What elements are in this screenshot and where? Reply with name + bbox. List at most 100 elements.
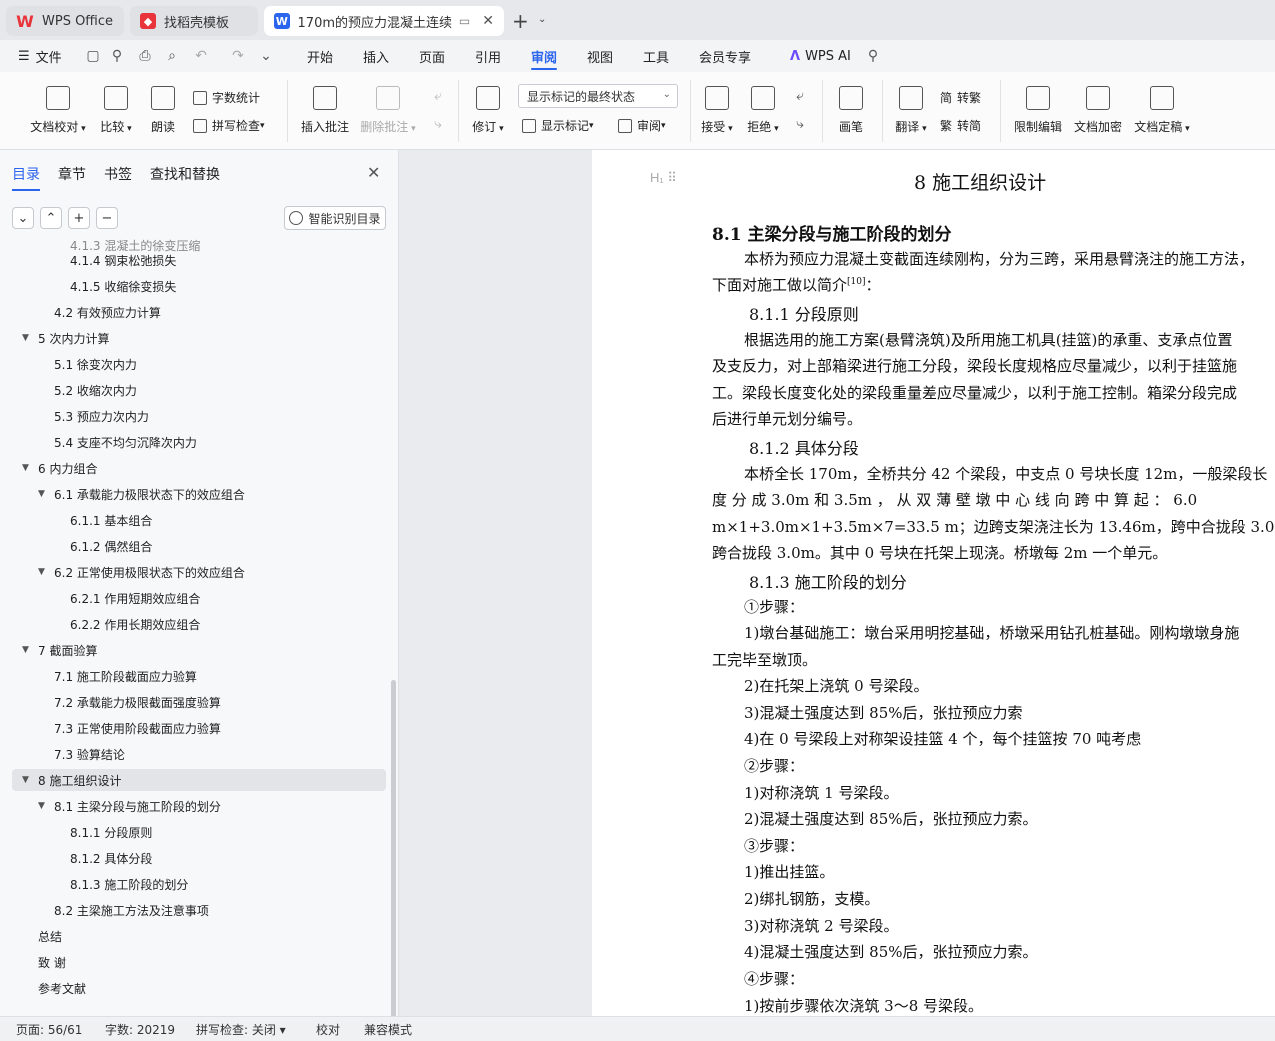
word-count-button[interactable]: 字数统计 (193, 89, 260, 106)
next-change-icon[interactable]: ⤷ (792, 116, 808, 132)
show-markup-button[interactable]: 显示标记 ▾ (522, 117, 594, 134)
toc-item[interactable]: 8.1.2 具体分段 (54, 847, 152, 869)
caret-down-icon[interactable]: ▼ (22, 333, 38, 343)
toc-item[interactable]: ▼ 8 施工组织设计 (12, 769, 386, 791)
proof-status[interactable]: 校对 (316, 1021, 340, 1038)
close-tab-icon[interactable]: ✕ (482, 13, 494, 29)
restrict-editing-button[interactable]: 限制编辑 (1012, 72, 1064, 135)
chevron-down-icon[interactable]: ⌄ (538, 14, 546, 25)
toc-item[interactable]: 8.1.3 施工阶段的划分 (54, 873, 188, 895)
toc-item[interactable]: ▼ 7 截面验算 (22, 639, 97, 661)
toc-item[interactable]: 5.4 支座不均匀沉降次内力 (38, 431, 197, 453)
toc-item[interactable]: ▼ 8.1 主梁分段与施工阶段的划分 (38, 795, 221, 817)
page-indicator[interactable]: 页面: 56/61 (16, 1021, 82, 1038)
toc-item[interactable]: 7.3 正常使用阶段截面应力验算 (38, 717, 221, 739)
menu-tools[interactable]: 工具 (643, 40, 669, 72)
toc-item[interactable]: ▼ 6 内力组合 (22, 457, 97, 479)
monitor-icon[interactable]: ▭ (459, 14, 470, 28)
pen-button[interactable]: 画笔 (834, 72, 868, 135)
finalize-button[interactable]: 文档定稿 (1132, 72, 1192, 135)
nav-tab-find-replace[interactable]: 查找和替换 (150, 164, 220, 184)
toc-item[interactable]: 7.3 验算结论 (38, 743, 125, 765)
toc-item[interactable]: 4.1.5 收缩徐变损失 (54, 275, 176, 297)
menu-page[interactable]: 页面 (419, 40, 445, 72)
citation[interactable]: [10] (847, 277, 865, 287)
remove-heading-button[interactable]: − (96, 207, 118, 229)
translate-button[interactable]: 翻译 (892, 72, 930, 135)
document-page[interactable]: H₁ ⠿ 8 施工组织设计 8.1 主梁分段与施工阶段的划分 本桥为预应力混凝土变截… (592, 150, 1275, 1016)
menu-start[interactable]: 开始 (307, 40, 333, 72)
spell-check-status[interactable]: 拼写检查: 关闭 ▾ (196, 1021, 286, 1038)
caret-down-icon[interactable]: ▼ (22, 463, 38, 473)
toc-item[interactable]: 致 谢 (22, 951, 66, 973)
prev-comment-icon[interactable]: ⤶ (430, 88, 446, 104)
markup-state-select[interactable]: 显示标记的最终状态 ⌄ (518, 84, 678, 108)
next-comment-icon[interactable]: ⤷ (430, 116, 446, 132)
search-icon[interactable]: ⚲ (865, 48, 881, 64)
caret-down-icon[interactable]: ▼ (22, 775, 38, 785)
toc-item[interactable]: 参考文献 (22, 977, 86, 999)
undo-icon[interactable]: ↶ (193, 48, 209, 64)
menu-review[interactable]: 审阅 (531, 40, 558, 72)
reject-button[interactable]: 拒绝 (744, 72, 782, 135)
to-simplified-button[interactable]: 繁 转简 (940, 117, 981, 134)
toc-item[interactable]: 7.1 施工阶段截面应力验算 (38, 665, 197, 687)
collapse-up-button[interactable]: ⌃ (40, 207, 62, 229)
toc-item[interactable]: ▼ 6.2 正常使用极限状态下的效应组合 (38, 561, 245, 583)
toc-item[interactable]: 8.1.1 分段原则 (54, 821, 152, 843)
link-icon[interactable]: ⚲ (109, 48, 125, 64)
chevron-down-icon[interactable]: ⌄ (258, 48, 274, 64)
toc-item[interactable]: 总结 (22, 925, 62, 947)
tab-wps-office[interactable]: W WPS Office (6, 6, 124, 36)
nav-tab-toc[interactable]: 目录 (12, 164, 40, 191)
expand-down-button[interactable]: ⌄ (12, 207, 34, 229)
caret-down-icon[interactable]: ▼ (38, 489, 54, 499)
add-heading-button[interactable]: + (68, 207, 90, 229)
toc-item[interactable]: 5.2 收缩次内力 (38, 379, 137, 401)
wps-ai-button[interactable]: Λ WPS AI (790, 40, 851, 72)
pane-scrollbar[interactable] (391, 680, 396, 1016)
accept-button[interactable]: 接受 (698, 72, 736, 135)
review-pane-button[interactable]: 审阅 ▾ (618, 117, 666, 134)
redo-icon[interactable]: ↷ (230, 48, 246, 64)
print-icon[interactable]: ⎙ (137, 48, 153, 64)
compare-button[interactable]: 比较 (96, 72, 136, 135)
spell-check-button[interactable]: 拼写检查 ▾ (193, 117, 265, 134)
track-changes-button[interactable]: 修订 (470, 72, 506, 135)
new-tab-icon[interactable]: + (512, 9, 529, 33)
tab-daoke-template[interactable]: ◆ 找稻壳模板 (130, 6, 258, 36)
insert-comment-button[interactable]: 插入批注 (300, 72, 350, 135)
toc-item[interactable]: 6.2.2 作用长期效应组合 (54, 613, 200, 635)
nav-tab-bookmark[interactable]: 书签 (104, 164, 132, 184)
prev-change-icon[interactable]: ⤶ (792, 88, 808, 104)
save-icon[interactable]: ▢ (85, 48, 101, 64)
caret-down-icon[interactable]: ▼ (38, 567, 54, 577)
to-traditional-button[interactable]: 简 转繁 (940, 89, 981, 106)
smart-toc-button[interactable]: 智能识别目录 (284, 206, 386, 230)
close-pane-icon[interactable]: ✕ (367, 163, 380, 182)
caret-down-icon[interactable]: ▼ (22, 645, 38, 655)
menu-insert[interactable]: 插入 (363, 40, 389, 72)
menu-view[interactable]: 视图 (587, 40, 613, 72)
menu-member[interactable]: 会员专享 (699, 40, 751, 72)
toc-item[interactable]: ▼ 6.1 承载能力极限状态下的效应组合 (38, 483, 245, 505)
toc-item[interactable]: ▼ 5 次内力计算 (22, 327, 109, 349)
tab-document[interactable]: W 170m的预应力混凝土连续刚构 ▭ ✕ (264, 6, 504, 36)
toc-item[interactable]: 6.1.2 偶然组合 (54, 535, 152, 557)
toc-item[interactable]: 7.2 承载能力极限截面强度验算 (38, 691, 221, 713)
print-preview-icon[interactable]: ⌕ (164, 48, 180, 64)
toc-item[interactable]: 4.2 有效预应力计算 (38, 301, 161, 323)
toc-item[interactable]: 5.1 徐变次内力 (38, 353, 137, 375)
menu-reference[interactable]: 引用 (475, 40, 501, 72)
nav-tab-chapter[interactable]: 章节 (58, 164, 86, 184)
delete-comment-button[interactable]: 删除批注 (360, 72, 416, 135)
file-menu[interactable]: ☰ 文件 (18, 40, 62, 72)
heading-drag-handle-icon[interactable]: H₁ ⠿ (650, 170, 677, 186)
toc-item[interactable]: 5.3 预应力次内力 (38, 405, 149, 427)
read-aloud-button[interactable]: 朗读 (146, 72, 180, 135)
caret-down-icon[interactable]: ▼ (38, 801, 54, 811)
encrypt-button[interactable]: 文档加密 (1072, 72, 1124, 135)
toc-item[interactable]: 6.1.1 基本组合 (54, 509, 152, 531)
toc-item[interactable]: 6.2.1 作用短期效应组合 (54, 587, 200, 609)
proof-button[interactable]: 文档校对 (28, 72, 88, 135)
